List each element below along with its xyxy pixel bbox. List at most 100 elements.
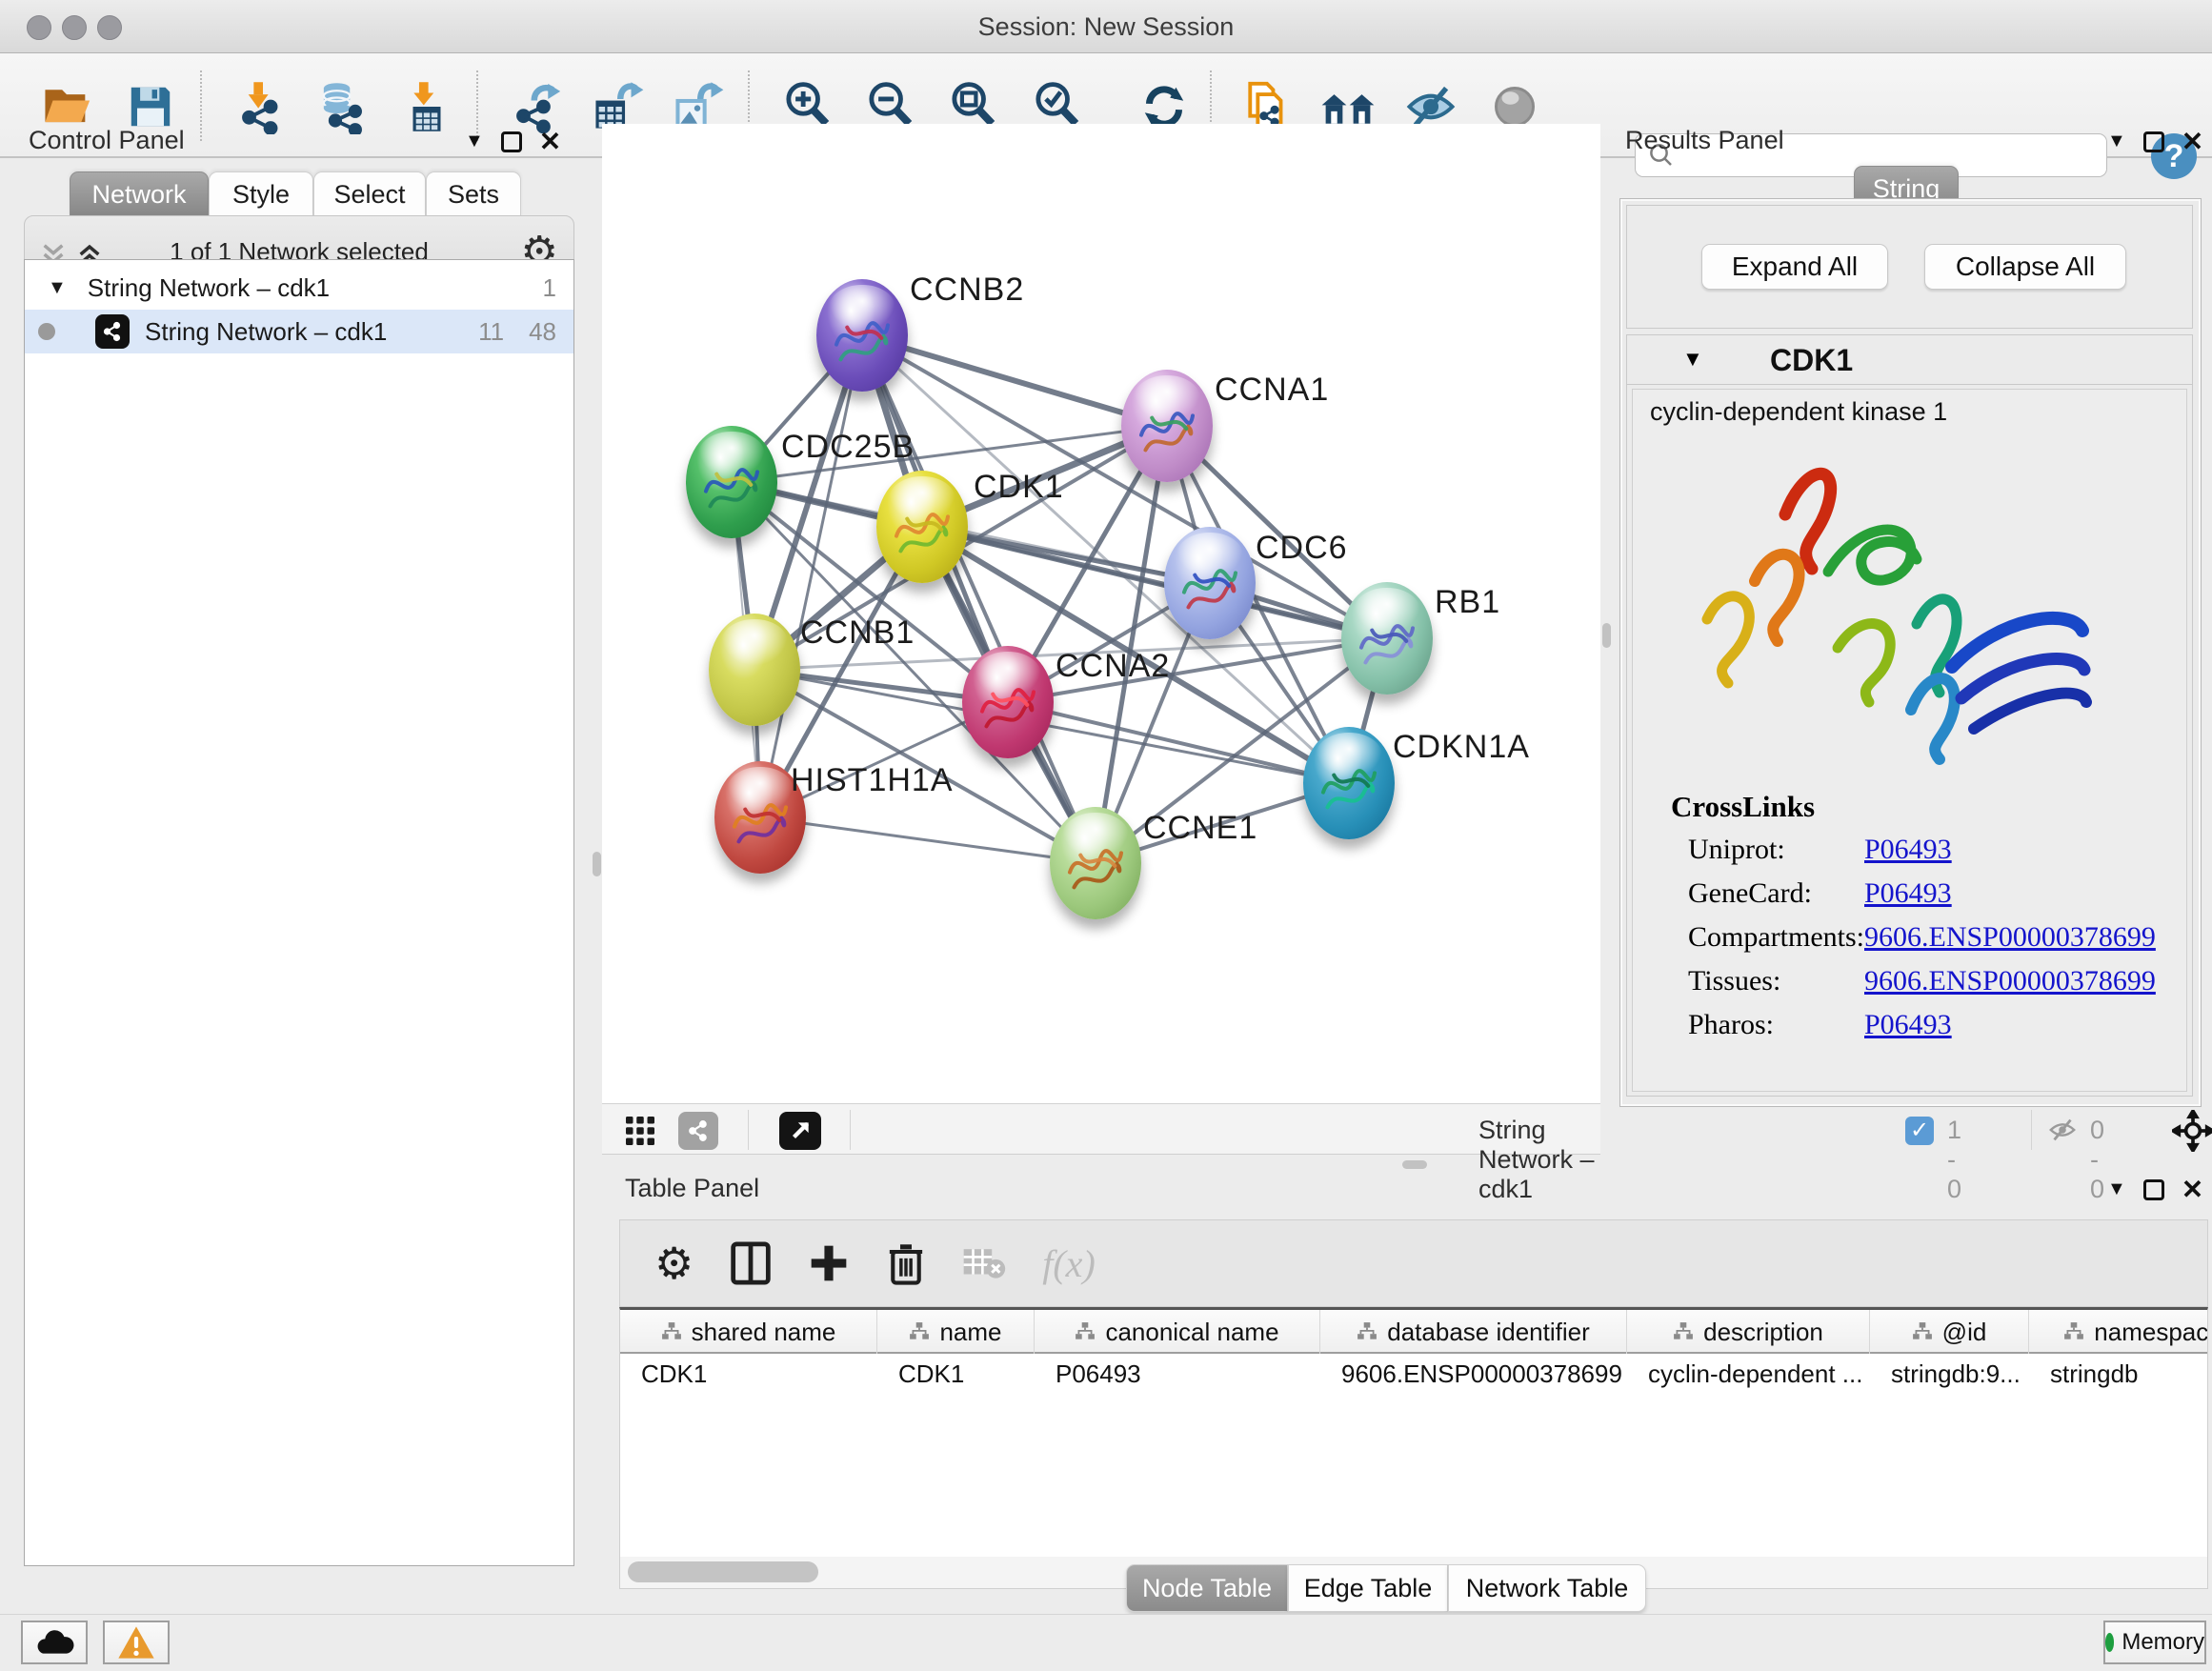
node-label-ccna1: CCNA1: [1215, 372, 1329, 409]
panel-collapse-icon[interactable]: ▼: [2107, 131, 2126, 152]
tab-network[interactable]: Network: [70, 171, 209, 217]
network-labels-layer: CCNB2CCNA1CDC25BCDK1CDC6RB1CCNB1CCNA2CDK…: [602, 124, 1600, 1103]
node-count: 11: [478, 317, 504, 347]
crosslink-label: Compartments:: [1688, 921, 1864, 953]
scrollbar-thumb[interactable]: [628, 1561, 818, 1582]
column-type-icon: [1912, 1321, 1933, 1342]
panel-float-icon[interactable]: [2143, 131, 2164, 152]
column-type-icon: [1673, 1321, 1694, 1342]
node-label-hist1h1a: HIST1H1A: [791, 762, 954, 799]
title-bar: Session: New Session: [0, 0, 2212, 53]
birdseye-view-button[interactable]: [779, 1112, 821, 1150]
column-header-label: description: [1703, 1318, 1823, 1347]
column-header-label: namespace: [2094, 1318, 2208, 1347]
crosslink-value-link[interactable]: P06493: [1864, 834, 1952, 866]
node-label-ccna2: CCNA2: [1056, 648, 1170, 685]
table-panel: Table Panel ▼ ✕ ⚙ f(x) shared name name ca…: [617, 1168, 2212, 1608]
table-cell[interactable]: stringdb:9...: [1870, 1359, 2029, 1398]
tree-expand-icon[interactable]: ▼: [48, 277, 67, 299]
columns-icon[interactable]: [730, 1240, 772, 1286]
node-label-ccnb1: CCNB1: [800, 614, 915, 652]
column-header-label: canonical name: [1105, 1318, 1278, 1347]
function-builder-icon: f(x): [1042, 1241, 1096, 1286]
crosslink-value-link[interactable]: 9606.ENSP00000378699: [1864, 921, 2156, 954]
results-panel-title: Results Panel: [1625, 126, 1784, 155]
warnings-button[interactable]: [103, 1621, 170, 1664]
network-collection-row[interactable]: ▼ String Network – cdk1 1: [25, 266, 573, 310]
panel-close-icon[interactable]: ✕: [539, 126, 561, 157]
crosslink-value-link[interactable]: 9606.ENSP00000378699: [1864, 965, 2156, 997]
control-panel-title: Control Panel: [29, 126, 185, 155]
tab-select[interactable]: Select: [313, 171, 426, 217]
delete-column-icon[interactable]: [886, 1240, 926, 1286]
table-cell[interactable]: CDK1: [877, 1359, 1035, 1398]
tab-sets[interactable]: Sets: [426, 171, 521, 217]
column-header-database-identifier[interactable]: database identifier: [1320, 1310, 1627, 1354]
tab-network-table[interactable]: Network Table: [1448, 1564, 1646, 1612]
tab-node-table[interactable]: Node Table: [1126, 1564, 1288, 1612]
expand-all-button[interactable]: Expand All: [1701, 244, 1888, 290]
crosslink-label: Pharos:: [1688, 1009, 1774, 1040]
collection-count: 1: [543, 273, 556, 303]
memory-button[interactable]: Memory: [2103, 1621, 2206, 1664]
column-header-label: name: [939, 1318, 1001, 1347]
panel-resize-handle[interactable]: [593, 852, 601, 876]
tab-style[interactable]: Style: [209, 171, 313, 217]
column-header-description[interactable]: description: [1627, 1310, 1870, 1354]
control-panel: Control Panel ▼ ✕ Network Style Select S…: [8, 124, 591, 1576]
entry-header[interactable]: ▼ CDK1: [1627, 335, 2192, 385]
column-header-name[interactable]: name: [877, 1310, 1035, 1354]
table-cell[interactable]: cyclin-dependent ...: [1627, 1359, 1870, 1398]
status-footer: Memory: [0, 1614, 2212, 1671]
crosslinks-title: CrossLinks: [1671, 790, 1815, 824]
table-cell[interactable]: 9606.ENSP00000378699: [1320, 1359, 1627, 1398]
table-gear-icon[interactable]: ⚙: [654, 1238, 694, 1289]
application-window: Session: New Session: [0, 0, 2212, 1671]
table-cell[interactable]: CDK1: [620, 1359, 877, 1398]
edge-count: 48: [529, 317, 556, 347]
node-label-ccne1: CCNE1: [1143, 810, 1257, 847]
table-cell[interactable]: stringdb: [2029, 1359, 2208, 1398]
network-mode-button[interactable]: [678, 1112, 718, 1150]
tab-edge-table[interactable]: Edge Table: [1288, 1564, 1448, 1612]
diagonal-arrow-icon: [788, 1118, 813, 1143]
panel-close-icon[interactable]: ✕: [2182, 126, 2203, 157]
panel-float-icon[interactable]: [2143, 1179, 2164, 1200]
crosslink-value-link[interactable]: P06493: [1864, 877, 1952, 910]
crosslink-row: Pharos: P06493: [1688, 1009, 2183, 1041]
crosslink-row: Uniprot:P06493: [1688, 834, 2183, 866]
expand-collapse-box: Expand All Collapse All: [1626, 205, 2193, 329]
table-toolbar: ⚙ f(x): [619, 1219, 2208, 1307]
panel-float-icon[interactable]: [501, 131, 522, 152]
node-table: shared name name canonical name database id…: [619, 1307, 2208, 1557]
column-header-namespace[interactable]: namespace: [2029, 1310, 2208, 1354]
add-column-icon[interactable]: [808, 1242, 850, 1284]
panel-collapse-icon[interactable]: ▼: [465, 131, 484, 152]
collapse-all-button[interactable]: Collapse All: [1924, 244, 2126, 290]
node-label-cdk1: CDK1: [974, 469, 1064, 506]
grid-mode-button[interactable]: [623, 1114, 657, 1153]
column-type-icon: [2063, 1321, 2084, 1342]
table-cell[interactable]: P06493: [1035, 1359, 1320, 1398]
column-type-icon: [1357, 1321, 1377, 1342]
panel-collapse-icon[interactable]: ▼: [2107, 1178, 2126, 1200]
column-type-icon: [1075, 1321, 1096, 1342]
column-header--id[interactable]: @id: [1870, 1310, 2029, 1354]
column-header-label: database identifier: [1387, 1318, 1589, 1347]
entry-collapse-icon[interactable]: ▼: [1682, 347, 1703, 372]
column-header-canonical-name[interactable]: canonical name: [1035, 1310, 1320, 1354]
crosslink-row: Tissues:9606.ENSP00000378699: [1688, 965, 2183, 997]
network-canvas[interactable]: CCNB2CCNA1CDC25BCDK1CDC6RB1CCNB1CCNA2CDK…: [602, 124, 1600, 1103]
column-header-shared-name[interactable]: shared name: [620, 1310, 877, 1354]
panel-close-icon[interactable]: ✕: [2182, 1174, 2203, 1205]
crosslink-value-link[interactable]: P06493: [1864, 1009, 1952, 1041]
network-icon: [95, 314, 130, 349]
panel-resize-handle[interactable]: [1602, 623, 1611, 648]
network-row[interactable]: String Network – cdk1 11 48: [25, 310, 573, 353]
node-label-cdkn1a: CDKN1A: [1393, 729, 1530, 766]
collection-label: String Network – cdk1: [88, 273, 330, 303]
network-view-statusbar: String Network – cdk1 ✓ 1 - 0 0 - 0: [602, 1103, 1600, 1155]
memory-status-dot: [2105, 1633, 2114, 1652]
table-panel-title: Table Panel: [625, 1174, 759, 1203]
cloud-button[interactable]: [21, 1621, 88, 1664]
